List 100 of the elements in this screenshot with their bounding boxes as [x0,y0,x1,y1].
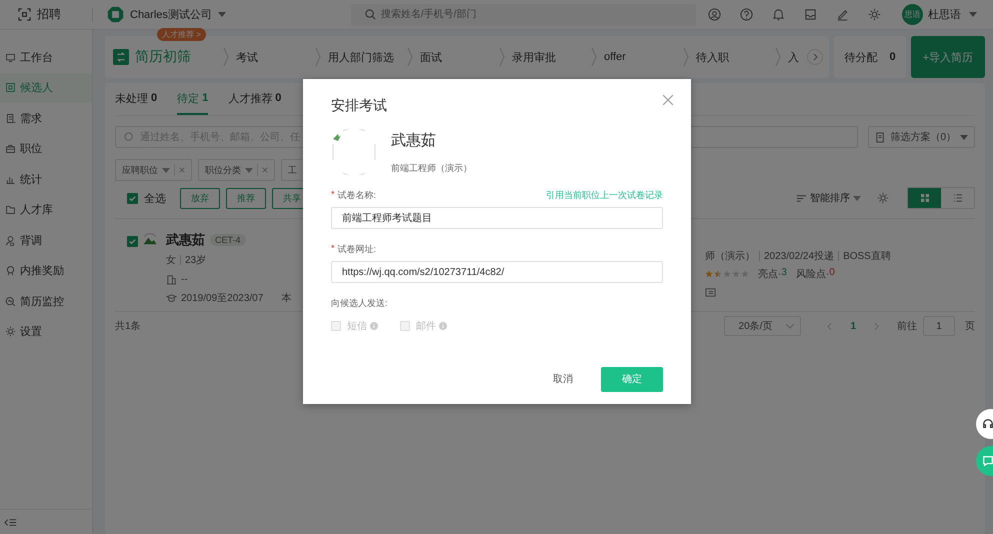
list-icon [954,194,962,202]
pending-count: 0 [889,51,896,63]
caret-icon [162,168,170,172]
stage-tab[interactable]: 用人部门筛选 [328,50,394,64]
help-icon[interactable] [740,8,753,21]
candidate-checkbox[interactable] [127,236,138,247]
user-name[interactable]: 杜思语 [928,7,961,22]
app-name: 招聘 [37,6,61,23]
stage-tab[interactable]: 入 [788,50,799,64]
applied-date: 2023/02/24投递 [764,250,834,263]
monitor-icon [5,52,16,63]
stage-tab[interactable]: offer [604,51,626,63]
close-icon[interactable] [663,95,673,105]
search-icon [364,9,376,20]
filter-dropdown[interactable]: 应聘职位 [115,159,192,181]
bell-icon[interactable] [772,8,785,21]
chevron-icon [591,47,597,67]
sidebar-item[interactable]: 工作台 [0,42,92,72]
page-number[interactable]: 1 [850,320,856,332]
inbox-icon[interactable] [804,8,817,21]
info-icon[interactable] [439,322,447,330]
degree-text: 本 [281,292,292,305]
stage-tab[interactable]: 面试 [420,50,442,64]
pen-icon[interactable] [836,8,849,21]
chevron-icon [683,47,689,67]
language-tag: CET-4 [210,234,246,246]
caret-icon [960,134,968,140]
recommend-badge[interactable]: 人才推荐 > [157,28,206,41]
caret-icon [853,196,861,200]
note-icon[interactable] [705,286,716,298]
text-input[interactable]: 前端工程师考试题目 [331,207,663,229]
select-all-label[interactable]: 全选 [144,190,166,206]
reuse-record-link[interactable]: 引用当前职位上一次试卷记录 [546,189,663,202]
grid-view-button[interactable] [908,188,941,208]
candidate-name[interactable]: 武惠茹 [166,231,205,249]
text-input[interactable]: https://wj.qq.com/s2/10273711/4c82/ [331,261,663,283]
risks-label: 风险点· [796,268,830,281]
document-icon [875,132,886,142]
scan-icon [18,8,31,21]
chevron-icon [223,47,229,67]
field-label: 试卷网址: [338,243,376,256]
sidebar-item[interactable]: 候选人 [0,72,92,103]
stage-tab[interactable]: 录用审批 [512,50,556,64]
filter-scheme-button[interactable]: 筛选方案（0） [868,126,975,148]
required-mark: * [331,243,335,255]
import-resume-button[interactable]: +导入简历 [911,36,985,78]
page-size-dropdown[interactable]: 20条/页 [724,316,802,336]
sidebar-item[interactable]: 统计 [0,164,92,194]
company-name[interactable]: Charles测试公司 [130,7,212,22]
chevron-icon [775,47,781,67]
user-circle-icon[interactable] [708,8,721,21]
filter-dropdown[interactable]: 职位分类 [198,159,275,181]
info-icon[interactable] [370,322,378,330]
headset-icon [982,418,993,430]
sidebar-item[interactable]: 简历监控 [0,286,92,316]
previous-page-icon[interactable] [827,322,832,330]
goto-page-field[interactable]: 1 [923,316,955,336]
action-button[interactable]: 放弃 [180,188,220,208]
settings-icon[interactable] [868,8,881,21]
stage-tab[interactable]: 考试 [236,50,258,64]
goto-label: 前往 [897,320,917,333]
search-field[interactable]: 搜索姓名/手机号/部门 [350,4,696,26]
clear-icon[interactable] [262,167,268,173]
company-logo-icon [107,6,124,23]
sort-dropdown[interactable]: 智能排序 [796,191,861,205]
select-all-checkbox[interactable] [127,192,138,204]
sidebar-item[interactable]: 背调 [0,225,92,256]
clear-icon[interactable] [179,167,185,173]
caret-icon[interactable] [218,12,226,17]
next-page-icon[interactable] [874,322,879,330]
status-tab[interactable]: 待定 1 [177,83,208,115]
broken-image-icon [331,129,377,175]
page-unit: 页 [965,320,975,333]
sidebar-item[interactable]: 人才库 [0,194,92,225]
gender-text: 女 [166,254,176,267]
company-text: -- [181,274,188,284]
sidebar-item[interactable]: 职位 [0,134,92,164]
stage-tab[interactable]: 待入职 [696,50,729,64]
action-button[interactable]: 推荐 [226,188,266,208]
risks-count: 0 [829,267,835,280]
sidebar-item[interactable]: 设置 [0,316,92,347]
education-period: 2019/09至2023/07 [181,292,264,305]
source-text: BOSS直聘 [843,250,891,263]
folder-icon [5,204,16,216]
settings-icon[interactable] [877,192,889,204]
confirm-button[interactable]: 确定 [601,366,663,392]
status-tab[interactable]: 人才推荐 0 [228,83,282,115]
position-text: 师（演示） [705,250,755,263]
caret-icon[interactable] [968,12,977,17]
building-icon [166,274,177,284]
sidebar-item[interactable]: 需求 [0,103,92,134]
candidate-position: 前端工程师（演示） [391,162,472,175]
user-avatar[interactable]: 思语 [902,4,923,25]
highlights-label: 亮点· [758,268,782,281]
person-icon [5,234,16,246]
status-tab[interactable]: 未处理 0 [115,83,158,115]
sidebar-item[interactable]: 内推奖励 [0,256,92,286]
stage-tab[interactable]: 简历初筛 [135,48,191,66]
required-mark: * [331,189,335,201]
briefcase-icon [5,143,16,154]
